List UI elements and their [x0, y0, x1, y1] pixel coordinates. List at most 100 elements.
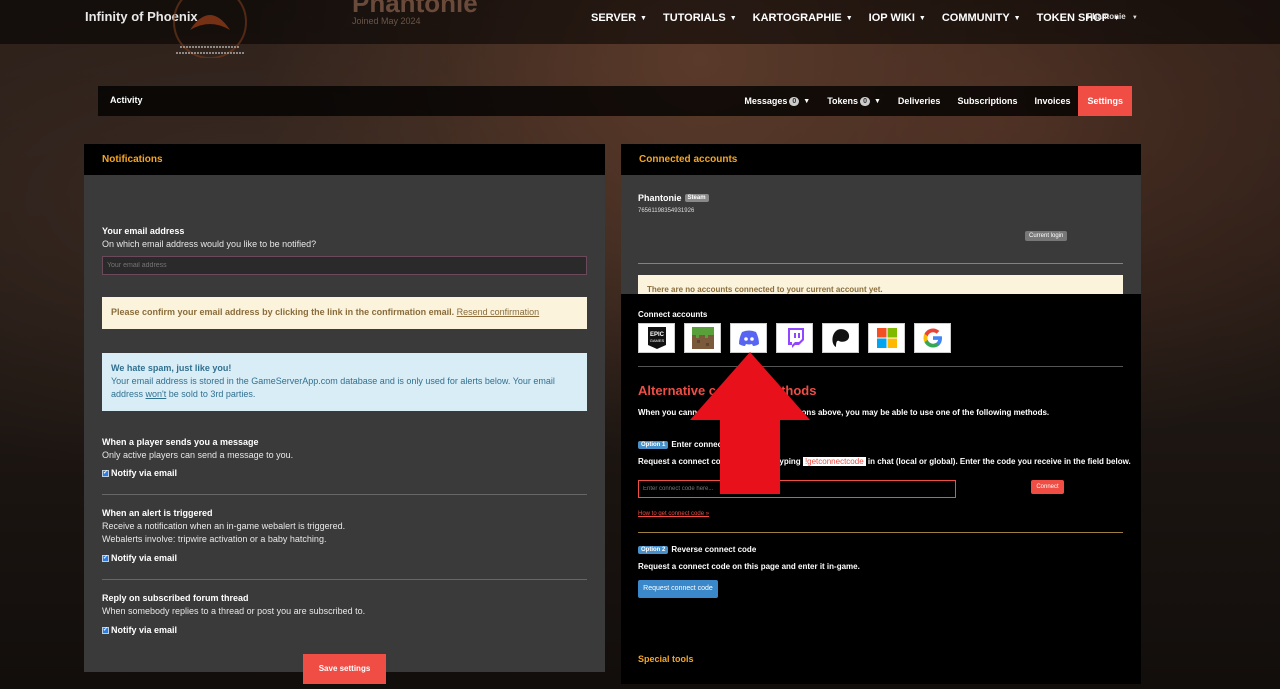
checkbox-checked-icon[interactable]: ✓ [102, 626, 109, 634]
tab-messages[interactable]: Messages 0 ▼ [744, 96, 810, 106]
divider [638, 263, 1123, 264]
tab-tokens[interactable]: Tokens 0 ▼ [827, 96, 881, 106]
notify-label: Notify via email [111, 625, 178, 635]
notify-alert-checkbox[interactable]: ✓ Notify via email [102, 553, 177, 563]
account-id: 76561198354931926 [638, 208, 695, 214]
menu-kartographie-label: KARTOGRAPHIE [752, 12, 842, 24]
notify-label: Notify via email [111, 553, 178, 563]
connect-command: !getconnectcode [802, 457, 866, 466]
microsoft-icon[interactable] [868, 323, 905, 353]
spam-title: We hate spam, just like you! [111, 363, 232, 373]
request-connect-code-button[interactable]: Request connect code [638, 580, 718, 598]
main-menu: SERVER ▼ TUTORIALS ▼ KARTOGRAPHIE ▼ IOP WIK… [591, 12, 1136, 24]
spam-info-alert: We hate spam, just like you! Your email … [102, 353, 587, 411]
menu-community-label: COMMUNITY [941, 12, 1010, 24]
option-1-desc-b: in chat (local or global). Enter the cod… [867, 457, 1131, 466]
notifications-body: Your email address On which email addres… [84, 175, 605, 684]
top-navigation: Infinity of Phoenix Phantonie Joined May… [0, 0, 1280, 58]
checkbox-checked-icon[interactable]: ✓ [102, 469, 109, 477]
tokens-count-badge: 0 [860, 96, 870, 106]
message-alert-label: When a player sends you a message [102, 437, 259, 447]
google-icon[interactable] [914, 323, 951, 353]
chevron-down-icon: ▼ [803, 97, 811, 105]
tab-settings[interactable]: Settings [1078, 86, 1132, 116]
phoenix-logo [173, 0, 247, 58]
menu-tutorials-label: TUTORIALS [662, 12, 726, 24]
menu-tutorials[interactable]: TUTORIALS ▼ [663, 12, 737, 24]
tab-invoices[interactable]: Invoices [1034, 96, 1070, 106]
divider [102, 494, 587, 495]
checkbox-checked-icon[interactable]: ✓ [102, 554, 109, 562]
menu-iop-wiki[interactable]: IOP WIKI ▼ [869, 12, 926, 24]
chevron-down-icon: ▼ [1013, 14, 1021, 22]
chevron-down-icon: ▼ [640, 14, 647, 22]
option-1-badge: Option 1 [638, 440, 669, 449]
menu-kartographie[interactable]: KARTOGRAPHIE ▼ [753, 12, 853, 24]
joined-date: Joined May 2024 [352, 16, 421, 26]
discord-icon[interactable] [730, 323, 767, 353]
notify-label: Notify via email [111, 468, 178, 478]
chevron-down-icon: ▼ [1131, 15, 1138, 21]
user-menu-label: Phantonie [1087, 12, 1126, 21]
special-tools-heading: Special tools [638, 654, 694, 664]
alert-triggered-description-2: Webalerts involve: tripwire activation o… [102, 534, 327, 544]
account-name-text: Phantonie [638, 193, 682, 203]
svg-text:GAMES: GAMES [649, 338, 664, 343]
menu-server-label: SERVER [591, 12, 637, 24]
option-2-badge: Option 2 [638, 545, 669, 554]
chevron-down-icon: ▼ [873, 97, 881, 105]
email-description: On which email address would you like to… [102, 239, 317, 249]
connected-accounts-header: Connected accounts [621, 144, 1141, 175]
confirm-email-alert: Please confirm your email address by cli… [102, 297, 587, 329]
menu-community[interactable]: COMMUNITY ▼ [942, 12, 1021, 24]
spam-text-2: be sold to 3rd parties. [168, 389, 256, 399]
account-name: Phantonie Steam [638, 193, 709, 203]
tab-deliveries[interactable]: Deliveries [898, 96, 941, 106]
tab-activity[interactable]: Activity [110, 95, 143, 105]
email-label: Your email address [102, 226, 185, 236]
steam-badge: Steam [684, 194, 709, 202]
profile-subnav: Activity Messages 0 ▼ Tokens 0 ▼ Deliveries … [98, 86, 1132, 116]
current-account-section: Phantonie Steam 76561198354931926 Curren… [621, 175, 1141, 306]
resend-confirmation-link[interactable]: Resend confirmation [457, 307, 540, 317]
user-menu[interactable]: Phantonie ▼ [1087, 12, 1138, 21]
forum-reply-description: When somebody replies to a thread or pos… [102, 606, 366, 616]
tab-tokens-label: Tokens [827, 96, 859, 106]
option-2-heading: Option 2 Reverse connect code [638, 545, 756, 554]
save-settings-button[interactable]: Save settings [303, 654, 386, 684]
alert-triggered-label: When an alert is triggered [102, 508, 213, 518]
notifications-header: Notifications [84, 144, 605, 175]
divider [638, 532, 1123, 533]
notify-forum-checkbox[interactable]: ✓ Notify via email [102, 625, 177, 635]
connect-accounts-label: Connect accounts [638, 310, 708, 319]
menu-iop-wiki-label: IOP WIKI [868, 12, 915, 24]
connect-button[interactable]: Connect [1031, 480, 1064, 494]
tab-subscriptions[interactable]: Subscriptions [957, 96, 1017, 106]
chevron-down-icon: ▼ [729, 14, 737, 22]
minecraft-icon[interactable] [684, 323, 721, 353]
subnav-right: Messages 0 ▼ Tokens 0 ▼ Deliveries Subscript… [727, 86, 1132, 116]
messages-count-badge: 0 [789, 96, 800, 106]
email-field[interactable] [102, 256, 587, 275]
epic-games-icon[interactable]: EPIC GAMES [638, 323, 675, 353]
notifications-panel: Notifications Your email address On whic… [84, 144, 605, 684]
wont-link[interactable]: won't [146, 389, 167, 399]
divider [102, 579, 587, 580]
option-2-title: Reverse connect code [671, 545, 757, 554]
tab-messages-label: Messages [744, 96, 788, 106]
notify-message-checkbox[interactable]: ✓ Notify via email [102, 468, 177, 478]
chevron-down-icon: ▼ [845, 14, 853, 22]
provider-icons: EPIC GAMES [638, 323, 960, 353]
confirm-email-text: Please confirm your email address by cli… [111, 307, 455, 317]
twitch-icon[interactable] [776, 323, 813, 353]
chevron-down-icon: ▼ [918, 14, 926, 22]
red-arrow-overlay [690, 352, 810, 494]
forum-reply-label: Reply on subscribed forum thread [102, 593, 249, 603]
message-alert-description: Only active players can send a message t… [102, 450, 294, 460]
patreon-icon[interactable] [822, 323, 859, 353]
current-login-badge: Current login [1025, 231, 1068, 241]
menu-server[interactable]: SERVER ▼ [591, 12, 647, 24]
alert-triggered-description: Receive a notification when an in-game w… [102, 521, 346, 531]
how-to-get-code-link[interactable]: How to get connect code » [638, 511, 709, 517]
option-2-description: Request a connect code on this page and … [638, 562, 860, 571]
